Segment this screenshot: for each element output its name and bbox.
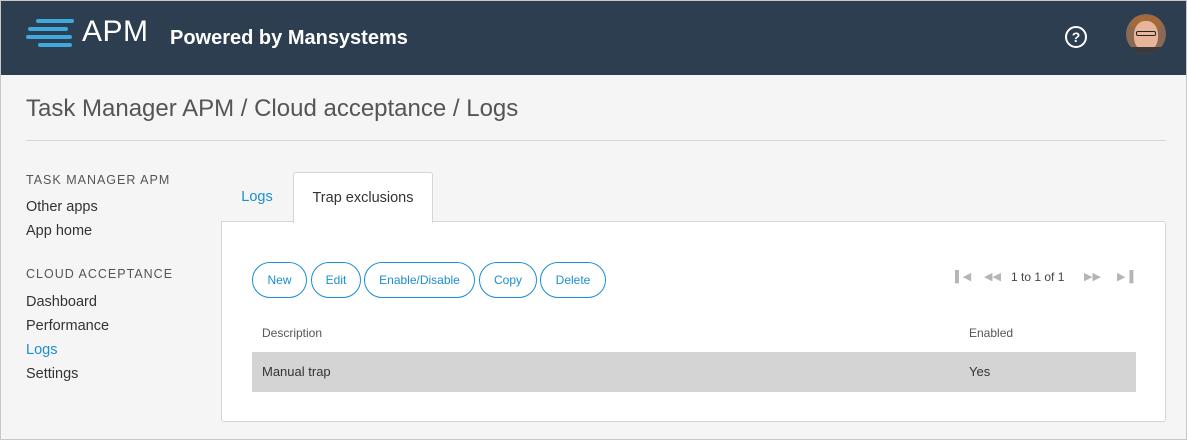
- enable-disable-button[interactable]: Enable/Disable: [364, 262, 475, 298]
- user-avatar[interactable]: [1126, 14, 1166, 54]
- sidebar-item-other-apps[interactable]: Other apps: [26, 199, 98, 215]
- first-page-icon[interactable]: ▌◀: [955, 270, 971, 283]
- brand-tagline: Powered by Mansystems: [170, 27, 408, 49]
- sidebar-item-settings[interactable]: Settings: [26, 366, 78, 382]
- next-page-icon[interactable]: ▶▶: [1084, 270, 1101, 283]
- column-header-enabled[interactable]: Enabled: [969, 326, 1013, 340]
- apm-logo-icon: [26, 19, 76, 47]
- delete-button[interactable]: Delete: [540, 262, 606, 298]
- sidebar-item-app-home[interactable]: App home: [26, 223, 92, 239]
- top-bar: APM Powered by Mansystems ?: [1, 1, 1186, 75]
- sidebar-item-dashboard[interactable]: Dashboard: [26, 294, 97, 310]
- cell-enabled: Yes: [969, 364, 991, 379]
- trap-exclusions-panel: New Edit Enable/Disable Copy Delete ▌◀ ◀…: [221, 221, 1166, 422]
- column-header-description[interactable]: Description: [262, 326, 322, 340]
- last-page-icon[interactable]: ▶▐: [1117, 270, 1133, 283]
- sidebar-heading-task-manager-apm: TASK MANAGER APM: [26, 173, 171, 187]
- copy-button[interactable]: Copy: [479, 262, 537, 298]
- pager-status: 1 to 1 of 1: [1011, 270, 1065, 284]
- cell-description: Manual trap: [262, 364, 331, 379]
- tab-trap-exclusions[interactable]: Trap exclusions: [293, 172, 433, 223]
- app-window: APM Powered by Mansystems ? Task Manager…: [0, 0, 1187, 440]
- sidebar-item-logs[interactable]: Logs: [26, 342, 57, 358]
- table-row[interactable]: Manual trap Yes: [252, 352, 1136, 392]
- sidebar-item-performance[interactable]: Performance: [26, 318, 109, 334]
- tab-logs[interactable]: Logs: [222, 172, 292, 222]
- help-icon[interactable]: ?: [1065, 26, 1087, 48]
- previous-page-icon[interactable]: ◀◀: [984, 270, 1001, 283]
- edit-button[interactable]: Edit: [311, 262, 361, 298]
- sidebar-heading-cloud-acceptance: CLOUD ACCEPTANCE: [26, 267, 174, 281]
- new-button[interactable]: New: [252, 262, 307, 298]
- page-title: Task Manager APM / Cloud acceptance / Lo…: [26, 95, 519, 122]
- title-divider: [26, 140, 1166, 141]
- brand-name: APM: [82, 15, 149, 48]
